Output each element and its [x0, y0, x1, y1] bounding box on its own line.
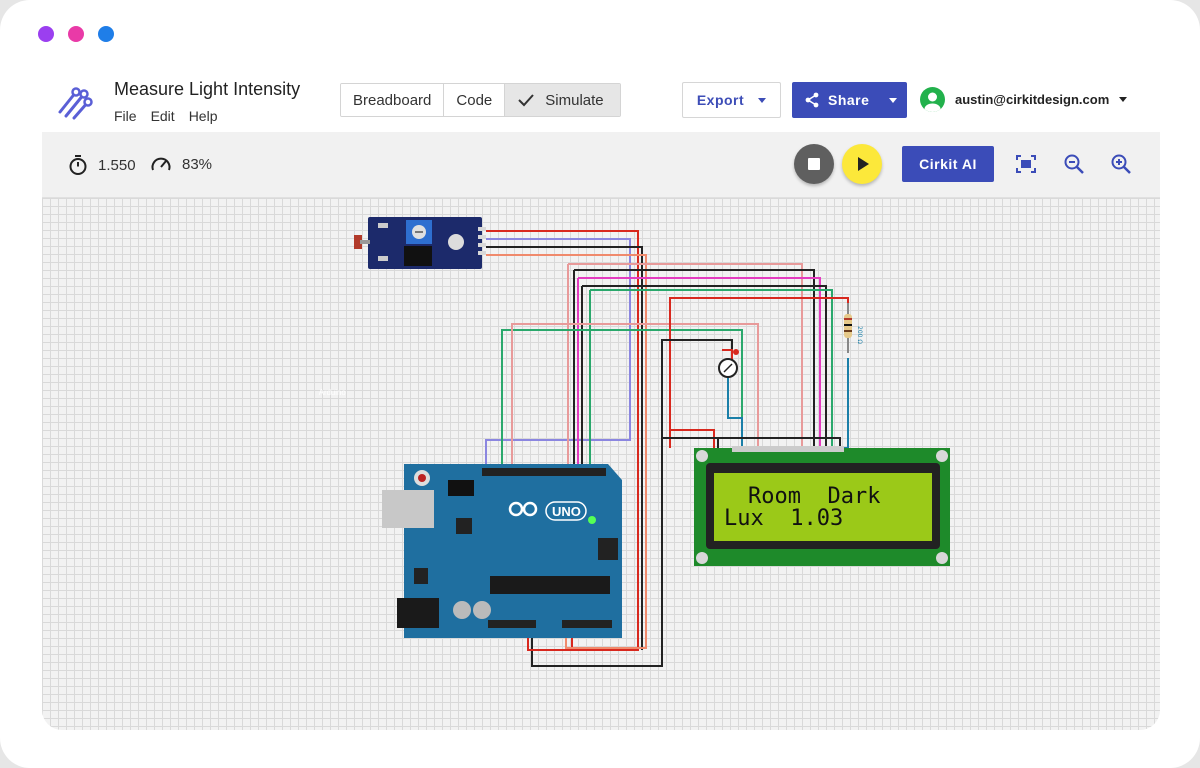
timer-value: 1.550 [98, 156, 136, 174]
lcd-display[interactable]: Room Dark Lux 1.03 [694, 446, 950, 566]
play-icon [858, 157, 869, 171]
view-tabs: Breadboard Code Simulate [340, 83, 621, 117]
speed-display: 83% [150, 154, 212, 174]
tab-simulate-label: Simulate [545, 91, 604, 109]
simulation-toolbar: 1.550 83% Cirkit AI [42, 132, 1160, 198]
share-icon [805, 92, 819, 108]
fit-screen-icon[interactable] [1014, 152, 1038, 176]
light-sensor-module[interactable] [354, 217, 486, 269]
speed-value: 83% [182, 155, 213, 173]
timer-display: 1.550 [68, 154, 136, 176]
window-controls [38, 26, 114, 42]
avatar [920, 87, 945, 112]
header: Measure Light Intensity File Edit Help B… [42, 70, 1160, 132]
tab-breadboard[interactable]: Breadboard [341, 84, 445, 116]
stop-icon [808, 158, 820, 170]
user-icon [924, 92, 941, 112]
menu-file[interactable]: File [114, 108, 137, 124]
stop-button[interactable] [794, 144, 834, 184]
share-label: Share [828, 92, 870, 108]
potentiometer[interactable] [718, 349, 739, 378]
menu-edit[interactable]: Edit [151, 108, 175, 124]
export-label: Export [696, 92, 745, 108]
resistor[interactable]: 200 Ω [844, 303, 863, 353]
circuit-diagram: 200 Ω Arduino UNO Room Dark Lux 1.03 [319, 217, 950, 667]
resistor-label: 200 Ω [856, 326, 863, 344]
project-title[interactable]: Measure Light Intensity [114, 79, 300, 100]
tab-breadboard-label: Breadboard [353, 91, 432, 109]
lcd-line-2: Lux 1.03 [724, 506, 843, 531]
tab-code[interactable]: Code [444, 84, 506, 116]
play-button[interactable] [842, 144, 882, 184]
window-dot-blue[interactable] [98, 26, 114, 42]
menu-help[interactable]: Help [189, 108, 218, 124]
export-button[interactable]: Export [682, 82, 781, 118]
cirkit-logo-icon [58, 87, 93, 120]
zoom-out-icon[interactable] [1062, 152, 1086, 176]
user-email: austin@cirkitdesign.com [955, 92, 1110, 107]
speedometer-icon [151, 157, 171, 171]
cirkit-ai-label: Cirkit AI [919, 156, 977, 172]
check-icon [518, 94, 535, 107]
chevron-down-icon [1119, 97, 1128, 102]
share-button[interactable]: Share [792, 82, 907, 118]
app-window: Measure Light Intensity File Edit Help B… [0, 0, 1200, 768]
arduino-brand-label: Arduino [319, 388, 347, 397]
chevron-down-icon [889, 97, 898, 103]
window-dot-purple[interactable] [38, 26, 54, 42]
breadboard-canvas[interactable]: 200 Ω Arduino UNO Room Dark Lux 1.03 [42, 198, 1160, 730]
menu-bar: File Edit Help [114, 108, 217, 124]
zoom-in-icon[interactable] [1109, 152, 1133, 176]
arduino-model-label: UNO [552, 504, 581, 519]
tab-simulate[interactable]: Simulate [505, 84, 620, 116]
window-dot-pink[interactable] [68, 26, 84, 42]
stopwatch-icon [69, 155, 87, 175]
cirkit-ai-button[interactable]: Cirkit AI [902, 146, 994, 182]
user-menu[interactable]: austin@cirkitdesign.com [920, 87, 1128, 112]
tab-code-label: Code [456, 91, 493, 109]
chevron-down-icon [758, 97, 767, 103]
arduino-uno-board[interactable]: Arduino UNO [319, 388, 622, 638]
